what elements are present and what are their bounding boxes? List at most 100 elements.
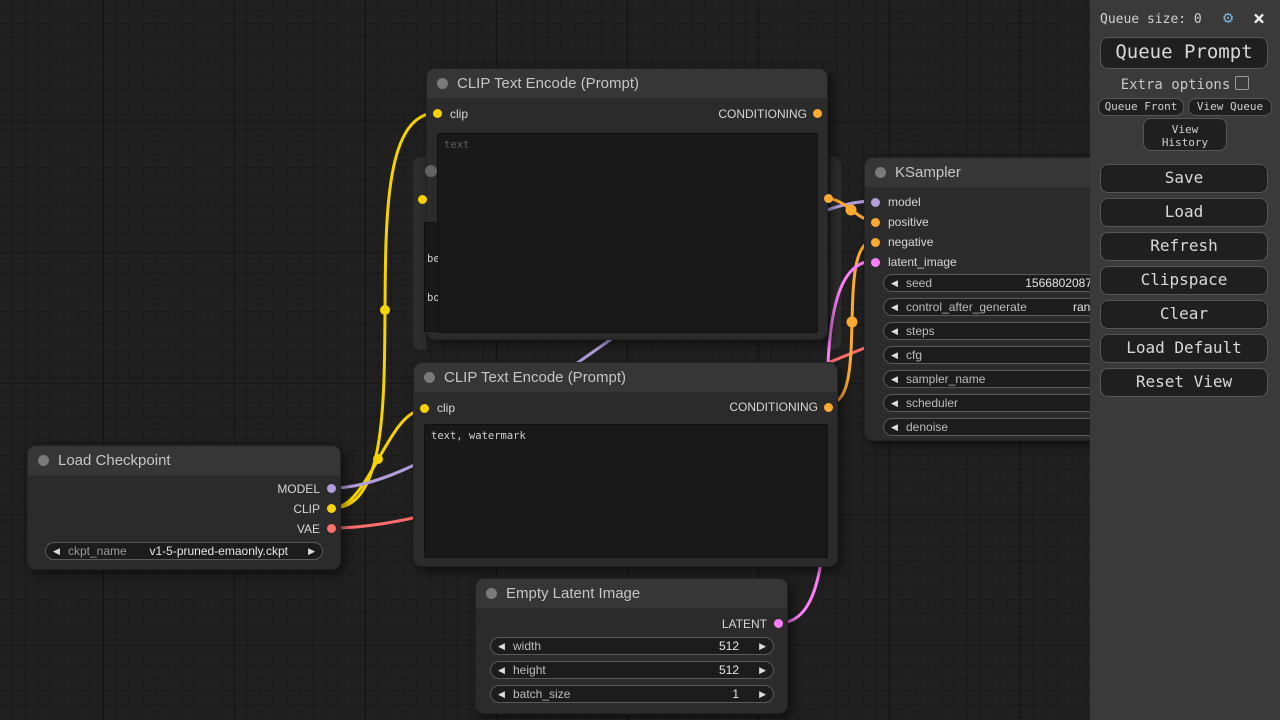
hidden-text-line: be [427,253,439,265]
collapse-dot[interactable] [38,455,49,466]
widget-label: steps [906,324,935,338]
load-button[interactable]: Load [1100,198,1268,227]
input-label-positive: positive [888,215,929,229]
node-title-bar[interactable]: CLIP Text Encode (Prompt) [427,69,827,98]
widget-value: 512 [718,639,739,653]
settings-gear-icon[interactable]: ⚙ [1223,8,1233,28]
input-label-latent-image: latent_image [888,255,957,269]
collapse-dot[interactable] [875,167,886,178]
widget-control-after-generate[interactable]: ◀ control_after_generate randomize [883,298,1099,316]
input-label-clip: clip [450,107,469,121]
collapse-dot[interactable] [424,372,435,383]
prompt-textarea[interactable]: text, watermark [424,424,828,558]
input-label-clip: clip [437,401,456,415]
queue-front-button[interactable]: Queue Front [1098,98,1184,116]
widget-label: height [513,663,546,677]
decrement-arrow-icon[interactable]: ◀ [891,323,898,339]
input-dot-latent-image[interactable] [871,258,880,267]
widget-label: scheduler [906,396,959,410]
increment-arrow-icon[interactable]: ▶ [759,662,766,678]
input-dot-model[interactable] [871,198,880,207]
output-dot-model[interactable] [327,484,336,493]
widget-sampler-name[interactable]: ◀ sampler_name [883,370,1099,388]
reset-view-button[interactable]: Reset View [1100,368,1268,397]
hidden-node-input-dot-clip[interactable] [418,195,427,204]
output-dot-conditioning[interactable] [813,109,822,118]
node-title-bar[interactable]: Empty Latent Image [476,579,787,608]
widget-cfg[interactable]: ◀ cfg [883,346,1099,364]
input-dot-clip[interactable] [433,109,442,118]
hidden-text-line: bo [427,292,439,304]
output-dot-latent[interactable] [774,619,783,628]
close-icon[interactable]: × [1253,6,1265,30]
queue-prompt-button[interactable]: Queue Prompt [1100,37,1268,69]
node-title: CLIP Text Encode (Prompt) [457,75,640,92]
prev-option-arrow-icon[interactable]: ◀ [53,543,60,559]
decrement-arrow-icon[interactable]: ◀ [498,638,505,654]
node-clip-text-encode-bottom[interactable]: CLIP Text Encode (Prompt) clip CONDITION… [413,362,838,567]
link-midpoint-dot [373,454,383,464]
widget-label: cfg [906,348,923,362]
widget-ckpt-name[interactable]: ◀ ckpt_name v1-5-pruned-emaonly.ckpt ▶ [45,542,323,560]
widget-width[interactable]: ◀ width 512 ▶ [490,637,774,655]
load-default-button[interactable]: Load Default [1100,334,1268,363]
output-label-clip: CLIP [293,502,320,516]
view-history-button[interactable]: View History [1143,118,1227,151]
collapse-dot[interactable] [486,588,497,599]
next-option-arrow-icon[interactable]: ▶ [308,543,315,559]
widget-denoise[interactable]: ◀ denoise [883,418,1099,436]
prompt-textarea[interactable]: text [437,133,818,333]
decrement-arrow-icon[interactable]: ◀ [498,686,505,702]
widget-label: ckpt_name [68,544,127,558]
input-dot-negative[interactable] [871,238,880,247]
widget-value: v1-5-pruned-emaonly.ckpt [149,544,288,558]
decrement-arrow-icon[interactable]: ◀ [891,299,898,315]
save-button[interactable]: Save [1100,164,1268,193]
widget-value: 1566802087 [1025,276,1092,290]
decrement-arrow-icon[interactable]: ◀ [891,371,898,387]
widget-seed[interactable]: ◀ seed 1566802087 [883,274,1099,292]
hidden-node-output-dot-conditioning[interactable] [824,194,833,203]
link-midpoint-dot [380,305,390,315]
widget-height[interactable]: ◀ height 512 ▶ [490,661,774,679]
output-label-latent: LATENT [721,617,767,631]
node-title: Load Checkpoint [58,452,171,469]
output-dot-conditioning[interactable] [824,403,833,412]
node-title-bar[interactable]: Load Checkpoint [28,446,340,475]
view-queue-button[interactable]: View Queue [1188,98,1272,116]
widget-label: denoise [906,420,949,434]
collapse-dot[interactable] [437,78,448,89]
refresh-button[interactable]: Refresh [1100,232,1268,261]
node-title-bar[interactable]: KSampler [865,158,1103,187]
widget-label: sampler_name [906,372,986,386]
hidden-node-textarea-sliver[interactable]: be bo [424,222,439,332]
clipspace-button[interactable]: Clipspace [1100,266,1268,295]
decrement-arrow-icon[interactable]: ◀ [891,419,898,435]
widget-value: 1 [732,687,739,701]
node-clip-text-encode-top[interactable]: CLIP Text Encode (Prompt) clip CONDITION… [426,68,828,340]
input-dot-positive[interactable] [871,218,880,227]
node-empty-latent-image[interactable]: Empty Latent Image LATENT ◀ width 512 ▶ … [475,578,788,714]
widget-batch-size[interactable]: ◀ batch_size 1 ▶ [490,685,774,703]
increment-arrow-icon[interactable]: ▶ [759,686,766,702]
clear-button[interactable]: Clear [1100,300,1268,329]
decrement-arrow-icon[interactable]: ◀ [891,275,898,291]
node-title-bar[interactable]: CLIP Text Encode (Prompt) [414,363,837,392]
node-load-checkpoint[interactable]: Load Checkpoint MODEL CLIP VAE ◀ ckpt_na… [27,445,341,570]
decrement-arrow-icon[interactable]: ◀ [891,347,898,363]
output-dot-clip[interactable] [327,504,336,513]
input-dot-clip[interactable] [420,404,429,413]
widget-steps[interactable]: ◀ steps [883,322,1099,340]
decrement-arrow-icon[interactable]: ◀ [498,662,505,678]
link-midpoint-dot [846,316,858,328]
increment-arrow-icon[interactable]: ▶ [759,638,766,654]
widget-label: batch_size [513,687,571,701]
extra-options-row: Extra options [1090,76,1280,93]
decrement-arrow-icon[interactable]: ◀ [891,395,898,411]
widget-scheduler[interactable]: ◀ scheduler [883,394,1099,412]
node-ksampler[interactable]: KSampler model positive negative latent_… [864,157,1104,441]
view-history-line: View [1171,123,1199,136]
extra-options-label: Extra options [1120,77,1231,93]
output-dot-vae[interactable] [327,524,336,533]
extra-options-checkbox[interactable] [1235,76,1250,90]
